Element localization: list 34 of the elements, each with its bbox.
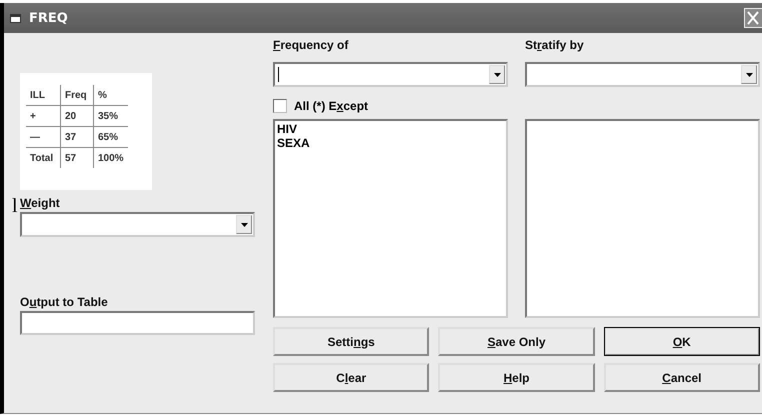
table-header: Freq: [60, 85, 94, 106]
window-title: FREQ: [29, 10, 68, 26]
field-label: Stratify by: [525, 38, 585, 54]
dialog-button[interactable]: OK: [604, 327, 760, 356]
list-item[interactable]: HIV: [277, 122, 504, 136]
dialog-button[interactable]: Help: [438, 363, 595, 392]
checkbox-label[interactable]: All (*) Except: [294, 99, 368, 113]
stray-glyph: l: [12, 196, 18, 216]
checkbox[interactable]: [273, 99, 287, 113]
list-item[interactable]: SEXA: [277, 136, 504, 150]
stratify-dropdown[interactable]: [525, 62, 760, 87]
dialog-button[interactable]: Settings: [273, 327, 430, 356]
table-cell: Total: [26, 148, 60, 168]
dialog-button[interactable]: Cancel: [604, 363, 760, 392]
dialog-button[interactable]: Save Only: [438, 327, 595, 356]
frequency-dropdown[interactable]: [273, 62, 508, 87]
table-cell: 37: [60, 126, 94, 148]
table-cell-text: 100%: [97, 152, 125, 166]
table-cell: 20: [60, 106, 94, 126]
input-field[interactable]: [20, 311, 255, 335]
field-label: Weight: [20, 196, 61, 212]
field-label: Frequency of: [273, 38, 350, 54]
table-cell: +: [26, 106, 60, 126]
table-cell: 65%: [94, 126, 128, 148]
window-icon: [10, 14, 21, 22]
table-cell: —: [26, 126, 60, 148]
field-label: Output to Table: [20, 295, 109, 311]
table-header: ILL: [26, 85, 60, 106]
dialog-button[interactable]: Clear: [273, 363, 430, 392]
weight-dropdown[interactable]: [20, 212, 255, 237]
table-cell: 57: [60, 148, 94, 168]
table-header: %: [94, 85, 128, 106]
close-icon[interactable]: [744, 8, 762, 28]
table-cell: 35%: [94, 106, 128, 126]
